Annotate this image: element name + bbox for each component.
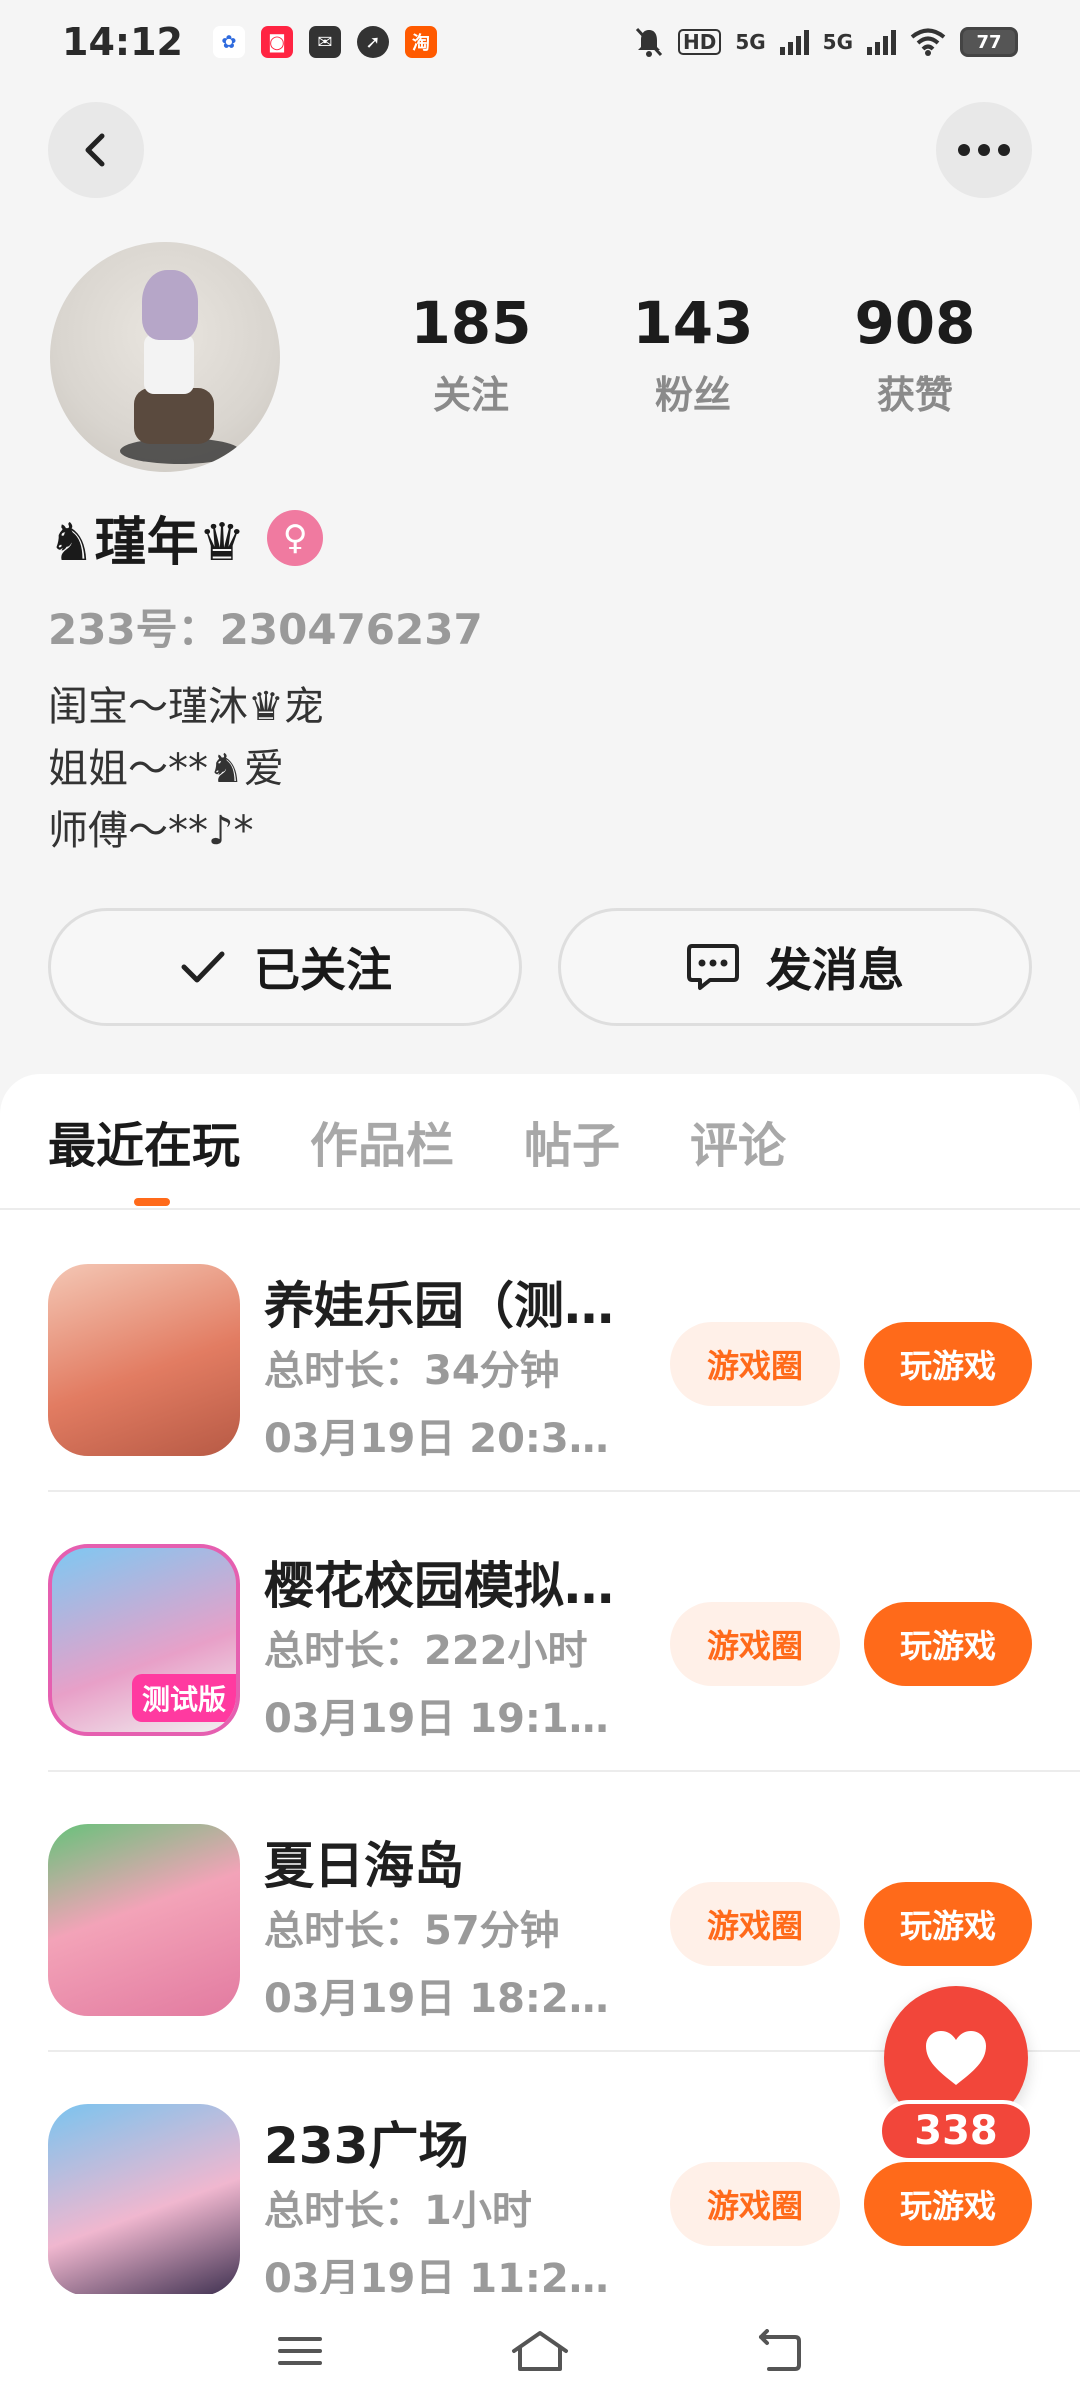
chevron-left-icon	[85, 133, 105, 167]
stat-likes[interactable]: 908 获赞	[804, 289, 1026, 419]
like-count-badge: 338	[878, 2100, 1034, 2162]
status-bar: 14:12 ✿ ◙ ✉ ➚ 淘 HD 5G 5G 77	[0, 0, 1080, 84]
user-id[interactable]: 233号：230476237	[48, 596, 483, 657]
game-title: 养娃乐园（测…	[264, 1277, 614, 1335]
game-last-played: 03月19日 20:3…	[264, 1416, 609, 1462]
stat-label: 粉丝	[654, 372, 731, 417]
gender-female-icon: ♀	[267, 509, 324, 566]
mail-icon: ✉	[308, 26, 341, 58]
xiaohongshu-icon: ◙	[260, 26, 293, 58]
home-icon	[512, 2331, 568, 2371]
game-title: 233广场	[264, 2117, 469, 2175]
profile-name: ♞瑾年♛	[48, 513, 246, 573]
followed-button[interactable]: 已关注	[48, 908, 522, 1026]
stat-followers[interactable]: 143 粉丝	[582, 289, 804, 419]
heart-icon	[926, 2031, 986, 2085]
checkmark-icon	[181, 951, 225, 983]
chat-bubble-icon	[687, 944, 739, 990]
play-game-button[interactable]: 玩游戏	[864, 1322, 1032, 1406]
status-time: 14:12	[62, 20, 183, 64]
tab-label: 作品栏	[310, 1118, 455, 1174]
profile-stats: 185 关注 143 粉丝 908 获赞	[360, 289, 1026, 419]
game-icon[interactable]	[48, 1264, 240, 1456]
stat-value: 185	[410, 289, 532, 357]
signal-bars-2-icon	[867, 29, 896, 55]
send-message-button[interactable]: 发消息	[558, 908, 1032, 1026]
signal-bars-1-icon	[779, 29, 809, 55]
game-row[interactable]: 测试版 樱花校园模拟… 总时长：222小时 03月19日 19:1… 游戏圈 玩…	[0, 1490, 1080, 1770]
test-version-badge: 测试版	[131, 1674, 236, 1722]
mute-bell-icon	[635, 27, 663, 57]
game-last-played: 03月19日 18:2…	[264, 1976, 609, 2022]
game-duration: 总时长：57分钟	[264, 1908, 560, 1954]
game-duration: 总时长：1小时	[264, 2188, 532, 2234]
tab-posts[interactable]: 帖子	[524, 1106, 620, 1176]
active-tab-indicator	[134, 1198, 170, 1206]
game-last-played: 03月19日 19:1…	[264, 1696, 609, 1742]
status-app-icons: ✿ ◙ ✉ ➚ 淘	[212, 26, 437, 58]
signal-label-1: 5G	[735, 30, 766, 54]
recent-games-list: 养娃乐园（测… 总时长：34分钟 03月19日 20:3… 游戏圈 玩游戏 测试…	[0, 1210, 1080, 2330]
status-indicators: HD 5G 5G 77	[634, 26, 1018, 58]
back-button[interactable]	[48, 102, 144, 198]
tab-works[interactable]: 作品栏	[310, 1106, 454, 1176]
game-circle-button[interactable]: 游戏圈	[670, 1322, 840, 1406]
compass-icon: ➚	[356, 26, 389, 58]
bio-line: 姐姐～**♞爱	[48, 746, 284, 792]
profile-tabs: 最近在玩 作品栏 帖子 评论	[0, 1074, 1080, 1208]
tab-label: 评论	[690, 1118, 787, 1174]
stat-label: 关注	[432, 372, 509, 417]
game-circle-button[interactable]: 游戏圈	[670, 1882, 840, 1966]
tab-label: 最近在玩	[48, 1118, 241, 1174]
home-button[interactable]	[500, 2321, 580, 2381]
hd-icon: HD	[677, 29, 722, 55]
game-row[interactable]: 养娃乐园（测… 总时长：34分钟 03月19日 20:3… 游戏圈 玩游戏	[0, 1210, 1080, 1490]
game-icon[interactable]	[48, 1824, 240, 2016]
more-options-button[interactable]	[936, 102, 1032, 198]
profile-bio: 闺宝～瑾沐♛宠 姐姐～**♞爱 师傅～**♪*	[48, 676, 324, 862]
tab-label: 帖子	[524, 1118, 621, 1174]
stat-value: 908	[854, 289, 976, 357]
send-message-label: 发消息	[766, 943, 904, 997]
signal-label-2: 5G	[822, 30, 853, 54]
play-game-button[interactable]: 玩游戏	[864, 1602, 1032, 1686]
baidu-icon: ✿	[212, 26, 245, 58]
game-title: 樱花校园模拟…	[264, 1557, 614, 1615]
followed-button-label: 已关注	[254, 943, 392, 997]
menu-icon	[278, 2337, 322, 2365]
play-game-button[interactable]: 玩游戏	[864, 2162, 1032, 2246]
taobao-icon: 淘	[404, 26, 437, 58]
game-circle-button[interactable]: 游戏圈	[670, 1602, 840, 1686]
bio-line: 师傅～**♪*	[48, 808, 254, 854]
system-nav-bar	[0, 2294, 1080, 2408]
recent-apps-button[interactable]	[260, 2321, 340, 2381]
game-duration: 总时长：34分钟	[264, 1348, 560, 1394]
wifi-icon	[910, 28, 946, 56]
avatar[interactable]	[50, 242, 280, 472]
back-nav-button[interactable]	[740, 2321, 820, 2381]
stat-value: 143	[632, 289, 754, 357]
profile-name-row: ♞瑾年♛ ♀	[48, 500, 324, 575]
stat-following[interactable]: 185 关注	[360, 289, 582, 419]
game-duration: 总时长：222小时	[264, 1628, 588, 1674]
bio-line: 闺宝～瑾沐♛宠	[48, 684, 324, 730]
game-icon[interactable]	[48, 2104, 240, 2296]
game-icon[interactable]: 测试版	[48, 1544, 240, 1736]
game-title: 夏日海岛	[264, 1837, 464, 1895]
tab-recently-played[interactable]: 最近在玩	[48, 1106, 241, 1206]
back-arrow-icon	[759, 2329, 801, 2371]
game-circle-button[interactable]: 游戏圈	[670, 2162, 840, 2246]
tab-comments[interactable]: 评论	[690, 1106, 786, 1176]
more-dots-icon	[958, 144, 1010, 156]
stat-label: 获赞	[876, 372, 953, 417]
play-game-button[interactable]: 玩游戏	[864, 1882, 1032, 1966]
battery-icon: 77	[960, 27, 1018, 57]
